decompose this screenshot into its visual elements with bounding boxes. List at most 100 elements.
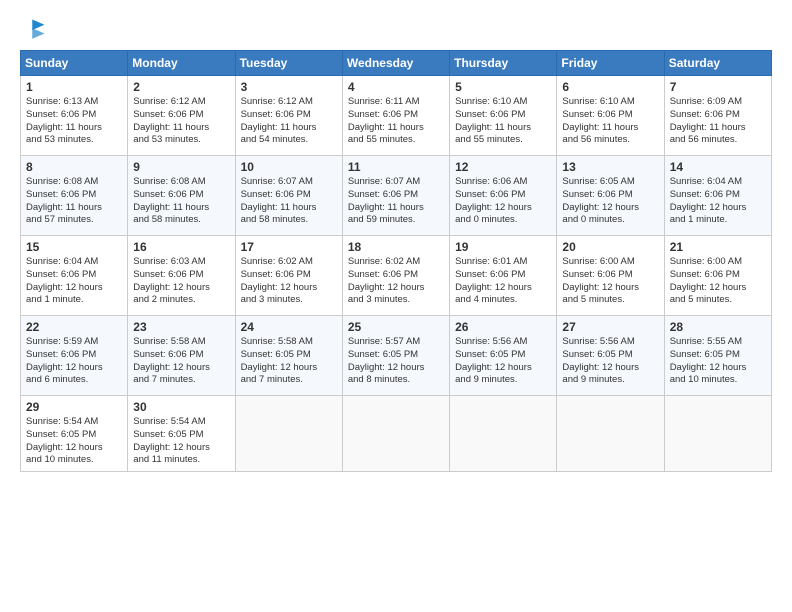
cell-info: Sunrise: 6:02 AM Sunset: 6:06 PM Dayligh…	[241, 256, 337, 307]
day-number: 27	[562, 320, 658, 334]
day-number: 5	[455, 80, 551, 94]
cell-info: Sunrise: 5:54 AM Sunset: 6:05 PM Dayligh…	[26, 416, 122, 467]
header-tuesday: Tuesday	[235, 51, 342, 76]
table-cell: 8Sunrise: 6:08 AM Sunset: 6:06 PM Daylig…	[21, 156, 128, 236]
header-monday: Monday	[128, 51, 235, 76]
cell-info: Sunrise: 6:12 AM Sunset: 6:06 PM Dayligh…	[241, 96, 337, 147]
day-number: 11	[348, 160, 444, 174]
day-number: 18	[348, 240, 444, 254]
day-number: 1	[26, 80, 122, 94]
cell-info: Sunrise: 6:08 AM Sunset: 6:06 PM Dayligh…	[133, 176, 229, 227]
cell-info: Sunrise: 5:54 AM Sunset: 6:05 PM Dayligh…	[133, 416, 229, 467]
cell-info: Sunrise: 6:04 AM Sunset: 6:06 PM Dayligh…	[670, 176, 766, 227]
cell-info: Sunrise: 5:59 AM Sunset: 6:06 PM Dayligh…	[26, 336, 122, 387]
calendar-row: 22 Sunrise: 5:59 AM Sunset: 6:06 PM Dayli…	[21, 316, 772, 396]
table-cell: 16Sunrise: 6:03 AM Sunset: 6:06 PM Dayli…	[128, 236, 235, 316]
table-cell: 12 Sunrise: 6:06 AM Sunset: 6:06 PM Dayli…	[450, 156, 557, 236]
table-cell: 2Sunrise: 6:12 AM Sunset: 6:06 PM Daylig…	[128, 76, 235, 156]
header-row	[20, 16, 772, 44]
cell-info: Sunrise: 5:58 AM Sunset: 6:06 PM Dayligh…	[133, 336, 229, 387]
cell-info: Sunrise: 6:07 AM Sunset: 6:06 PM Dayligh…	[348, 176, 444, 227]
table-cell	[342, 396, 449, 472]
cell-info: Sunrise: 5:58 AM Sunset: 6:05 PM Dayligh…	[241, 336, 337, 387]
table-cell: 26 Sunrise: 5:56 AM Sunset: 6:05 PM Dayli…	[450, 316, 557, 396]
cell-info: Sunrise: 5:56 AM Sunset: 6:05 PM Dayligh…	[562, 336, 658, 387]
table-cell: 19 Sunrise: 6:01 AM Sunset: 6:06 PM Dayli…	[450, 236, 557, 316]
cell-info: Sunrise: 6:05 AM Sunset: 6:06 PM Dayligh…	[562, 176, 658, 227]
table-cell: 6Sunrise: 6:10 AM Sunset: 6:06 PM Daylig…	[557, 76, 664, 156]
logo	[20, 16, 52, 44]
table-cell: 3 Sunrise: 6:12 AM Sunset: 6:06 PM Daylig…	[235, 76, 342, 156]
table-cell: 13 Sunrise: 6:05 AM Sunset: 6:06 PM Dayli…	[557, 156, 664, 236]
table-cell: 11 Sunrise: 6:07 AM Sunset: 6:06 PM Dayli…	[342, 156, 449, 236]
day-number: 15	[26, 240, 122, 254]
day-number: 19	[455, 240, 551, 254]
cell-info: Sunrise: 6:13 AM Sunset: 6:06 PM Dayligh…	[26, 96, 122, 147]
table-cell	[664, 396, 771, 472]
cell-info: Sunrise: 6:12 AM Sunset: 6:06 PM Dayligh…	[133, 96, 229, 147]
table-cell: 15 Sunrise: 6:04 AM Sunset: 6:06 PM Dayli…	[21, 236, 128, 316]
cell-info: Sunrise: 6:07 AM Sunset: 6:06 PM Dayligh…	[241, 176, 337, 227]
logo-icon	[20, 16, 48, 44]
day-number: 21	[670, 240, 766, 254]
day-number: 24	[241, 320, 337, 334]
day-number: 14	[670, 160, 766, 174]
cell-info: Sunrise: 6:03 AM Sunset: 6:06 PM Dayligh…	[133, 256, 229, 307]
table-cell	[450, 396, 557, 472]
cell-info: Sunrise: 6:00 AM Sunset: 6:06 PM Dayligh…	[562, 256, 658, 307]
day-number: 26	[455, 320, 551, 334]
table-cell: 20 Sunrise: 6:00 AM Sunset: 6:06 PM Dayli…	[557, 236, 664, 316]
table-cell: 29 Sunrise: 5:54 AM Sunset: 6:05 PM Dayli…	[21, 396, 128, 472]
day-number: 3	[241, 80, 337, 94]
day-number: 10	[241, 160, 337, 174]
day-number: 4	[348, 80, 444, 94]
cell-info: Sunrise: 5:57 AM Sunset: 6:05 PM Dayligh…	[348, 336, 444, 387]
table-cell: 5 Sunrise: 6:10 AM Sunset: 6:06 PM Daylig…	[450, 76, 557, 156]
header-thursday: Thursday	[450, 51, 557, 76]
day-number: 29	[26, 400, 122, 414]
cell-info: Sunrise: 6:06 AM Sunset: 6:06 PM Dayligh…	[455, 176, 551, 227]
table-cell: 18 Sunrise: 6:02 AM Sunset: 6:06 PM Dayli…	[342, 236, 449, 316]
day-number: 7	[670, 80, 766, 94]
day-number: 8	[26, 160, 122, 174]
day-number: 20	[562, 240, 658, 254]
header-friday: Friday	[557, 51, 664, 76]
table-cell: 14 Sunrise: 6:04 AM Sunset: 6:06 PM Dayli…	[664, 156, 771, 236]
table-cell: 27 Sunrise: 5:56 AM Sunset: 6:05 PM Dayli…	[557, 316, 664, 396]
day-number: 22	[26, 320, 122, 334]
table-cell	[557, 396, 664, 472]
header-saturday: Saturday	[664, 51, 771, 76]
cell-info: Sunrise: 6:02 AM Sunset: 6:06 PM Dayligh…	[348, 256, 444, 307]
header-sunday: Sunday	[21, 51, 128, 76]
table-cell: 9 Sunrise: 6:08 AM Sunset: 6:06 PM Daylig…	[128, 156, 235, 236]
day-number: 13	[562, 160, 658, 174]
cell-info: Sunrise: 6:10 AM Sunset: 6:06 PM Dayligh…	[455, 96, 551, 147]
day-number: 17	[241, 240, 337, 254]
cell-info: Sunrise: 6:09 AM Sunset: 6:06 PM Dayligh…	[670, 96, 766, 147]
table-cell: 25 Sunrise: 5:57 AM Sunset: 6:05 PM Dayli…	[342, 316, 449, 396]
table-cell: 7 Sunrise: 6:09 AM Sunset: 6:06 PM Daylig…	[664, 76, 771, 156]
day-number: 12	[455, 160, 551, 174]
day-number: 25	[348, 320, 444, 334]
table-cell: 30 Sunrise: 5:54 AM Sunset: 6:05 PM Dayli…	[128, 396, 235, 472]
table-cell: 17 Sunrise: 6:02 AM Sunset: 6:06 PM Dayli…	[235, 236, 342, 316]
calendar-row: 29 Sunrise: 5:54 AM Sunset: 6:05 PM Dayli…	[21, 396, 772, 472]
table-cell: 28Sunrise: 5:55 AM Sunset: 6:05 PM Dayli…	[664, 316, 771, 396]
cell-info: Sunrise: 6:01 AM Sunset: 6:06 PM Dayligh…	[455, 256, 551, 307]
table-cell: 1 Sunrise: 6:13 AM Sunset: 6:06 PM Daylig…	[21, 76, 128, 156]
table-cell: 10 Sunrise: 6:07 AM Sunset: 6:06 PM Dayli…	[235, 156, 342, 236]
weekday-header-row: Sunday Monday Tuesday Wednesday Thursday…	[21, 51, 772, 76]
calendar-table: Sunday Monday Tuesday Wednesday Thursday…	[20, 50, 772, 472]
cell-info: Sunrise: 5:56 AM Sunset: 6:05 PM Dayligh…	[455, 336, 551, 387]
calendar-row: 8 Sunrise: 6:08 AM Sunset: 6:06 PM Daylig…	[21, 156, 772, 236]
day-number: 30	[133, 400, 229, 414]
table-cell	[235, 396, 342, 472]
day-number: 9	[133, 160, 229, 174]
table-cell: 21Sunrise: 6:00 AM Sunset: 6:06 PM Dayli…	[664, 236, 771, 316]
calendar-row: 1 Sunrise: 6:13 AM Sunset: 6:06 PM Daylig…	[21, 76, 772, 156]
header-wednesday: Wednesday	[342, 51, 449, 76]
cell-info: Sunrise: 6:04 AM Sunset: 6:06 PM Dayligh…	[26, 256, 122, 307]
day-number: 23	[133, 320, 229, 334]
cell-info: Sunrise: 6:10 AM Sunset: 6:06 PM Dayligh…	[562, 96, 658, 147]
cell-info: Sunrise: 5:55 AM Sunset: 6:05 PM Dayligh…	[670, 336, 766, 387]
